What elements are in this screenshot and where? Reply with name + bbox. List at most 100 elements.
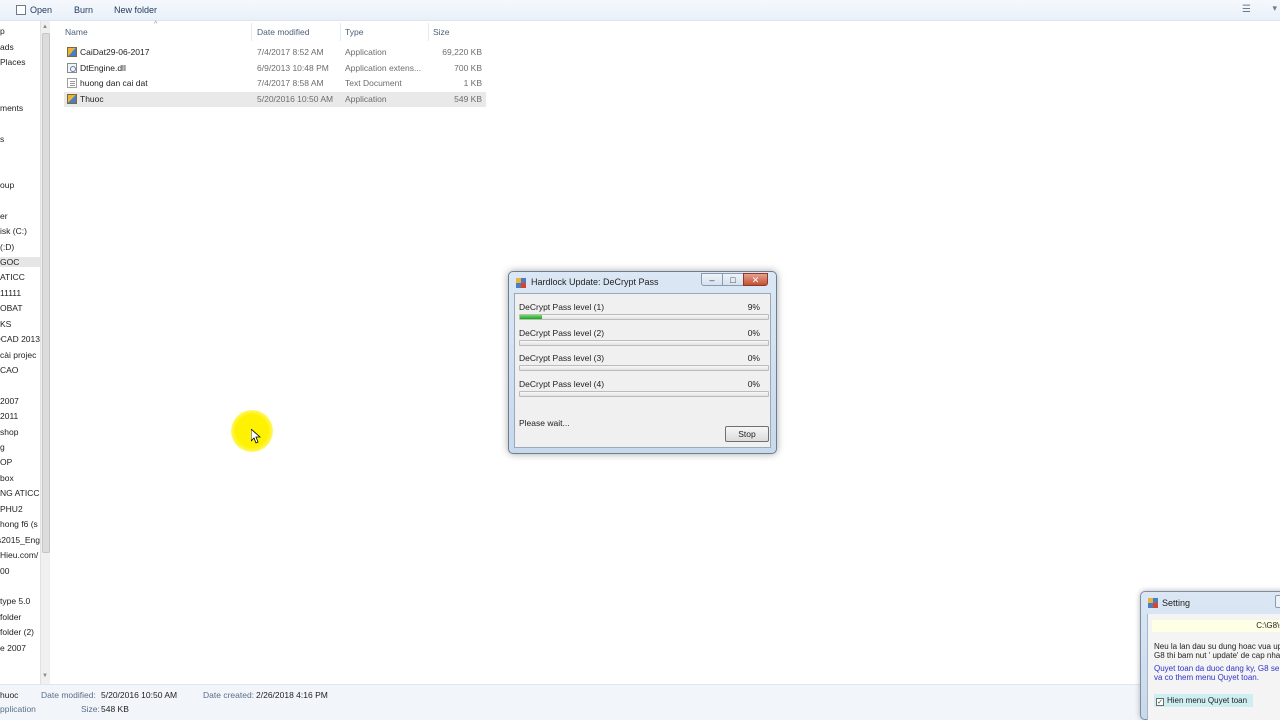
column-divider[interactable] [340, 23, 341, 41]
close-icon: ✕ [751, 275, 760, 285]
setting-info-line-2: G8 thi bam nut ' update' de cap nhat [1154, 651, 1280, 660]
show-menu-checkbox-label: Hien menu Quyet toan [1167, 696, 1248, 705]
scrollbar-thumb[interactable] [42, 33, 50, 553]
nav-item[interactable]: cài projec [0, 350, 40, 360]
date-modified-label: Date modified: [41, 690, 96, 700]
column-header-date-modified[interactable]: Date modified [257, 27, 309, 37]
nav-item[interactable]: ads [0, 42, 40, 52]
caption-buttons: – □ ✕ [701, 273, 771, 287]
file-name: DtEngine.dll [80, 62, 126, 73]
dll-file-icon [67, 62, 77, 73]
nav-item[interactable]: folder (2) [0, 627, 40, 637]
file-row[interactable]: Thuoc 5/20/2016 10:50 AM Application 549 KB [64, 91, 486, 107]
column-divider[interactable] [428, 23, 429, 41]
nav-item[interactable]: ments [0, 103, 40, 113]
close-button[interactable]: ✕ [743, 273, 768, 286]
column-header-type[interactable]: Type [345, 27, 363, 37]
file-row[interactable]: CaiDat29-06-2017 7/4/2017 8:52 AM Applicat… [64, 45, 486, 60]
nav-item[interactable]: 2007 [0, 396, 40, 406]
nav-item[interactable]: type 5.0 [0, 596, 40, 606]
nav-item[interactable]: OBAT [0, 303, 40, 313]
install-path-field[interactable]: C:\G8\G8 [1152, 620, 1280, 632]
scroll-down-arrow-icon[interactable]: ▼ [42, 673, 48, 679]
open-button[interactable]: Open [16, 4, 52, 17]
size-label: Size: [81, 704, 100, 714]
nav-item[interactable]: Places [0, 57, 40, 67]
dialog-body: DeCrypt Pass level (1) 9% DeCrypt Pass lev… [514, 293, 771, 448]
column-header-size[interactable]: Size [433, 27, 450, 37]
nav-item[interactable]: isk (C:) [0, 226, 40, 236]
navigation-scrollbar[interactable]: ▲ ▼ [40, 21, 50, 684]
decrypt-level-percent: 0% [747, 327, 760, 338]
show-menu-checkbox[interactable]: ✓ Hien menu Quyet toan [1154, 694, 1254, 707]
nav-item[interactable]: ATICC [0, 272, 40, 282]
file-type: Application extens... [345, 62, 422, 73]
scroll-up-arrow-icon[interactable]: ▲ [42, 24, 48, 30]
selected-file-name: huoc [0, 690, 19, 700]
file-date-modified: 6/9/2013 10:48 PM [257, 62, 329, 73]
setting-app-icon [1148, 598, 1158, 608]
file-type: Application [345, 47, 387, 57]
file-name: Thuoc [80, 93, 104, 104]
nav-item[interactable]: oup [0, 180, 40, 190]
nav-item[interactable]: GOC [0, 257, 40, 267]
decrypt-progress-bar [519, 391, 769, 398]
nav-item[interactable]: e 2007 [0, 643, 40, 653]
application-icon [67, 47, 77, 57]
nav-item[interactable]: NG ATICC [0, 488, 40, 498]
nav-item[interactable]: shop [0, 427, 40, 437]
progress-fill [520, 315, 543, 319]
nav-item[interactable]: folder [0, 612, 40, 622]
decrypt-progress-bar [519, 339, 769, 346]
burn-button[interactable]: Burn [74, 4, 93, 17]
nav-item[interactable]: PHU2 [0, 504, 40, 514]
column-header-name[interactable]: Name [65, 27, 88, 37]
file-row[interactable]: huong dan cai dat 7/4/2017 8:58 AM Text Do… [64, 76, 486, 91]
nav-item[interactable]: 2011 [0, 411, 40, 421]
nav-item[interactable]: p [0, 26, 40, 36]
column-divider[interactable] [251, 23, 252, 41]
file-size: 69,220 KB [442, 47, 482, 57]
date-created-label: Date created: [203, 690, 255, 700]
nav-item[interactable]: g [0, 442, 40, 452]
nav-item[interactable]: er [0, 211, 40, 221]
nav-item[interactable]: s2015_Eng [0, 535, 40, 545]
nav-item[interactable]: s [0, 134, 40, 144]
dialog-title: Hardlock Update: DeCrypt Pass [531, 277, 659, 287]
file-date-modified: 5/20/2016 10:50 AM [257, 93, 334, 104]
nav-item[interactable]: OCAD 2013 [0, 334, 40, 344]
mouse-pointer-icon [251, 429, 261, 444]
view-dropdown-arrow-icon[interactable]: ▾ [1272, 3, 1277, 14]
please-wait-text: Please wait... [519, 418, 570, 428]
setting-window: Setting C:\G8\G8 Neu la lan dau su dung … [1140, 591, 1280, 720]
nav-item[interactable]: CAO [0, 365, 40, 375]
decrypt-level-label: DeCrypt Pass level (4) [519, 379, 605, 390]
decrypt-progress-bar [519, 365, 769, 372]
nav-item[interactable]: 00 [0, 566, 40, 576]
file-date-modified: 7/4/2017 8:52 AM [257, 47, 324, 57]
new-folder-button[interactable]: New folder [114, 4, 157, 17]
view-options-icon[interactable]: ☰ [1242, 4, 1254, 15]
nav-item[interactable]: KS [0, 319, 40, 329]
nav-item[interactable]: box [0, 473, 40, 483]
nav-item[interactable]: (D:) [0, 242, 40, 252]
minimize-icon: – [709, 275, 715, 285]
text-file-icon [67, 78, 77, 88]
sort-ascending-icon: ^ [154, 21, 158, 28]
nav-item[interactable]: OP [0, 457, 40, 467]
nav-item[interactable]: 11111 [0, 288, 40, 298]
setting-close-button[interactable] [1275, 595, 1280, 608]
nav-item[interactable]: hong f6 (s [0, 519, 40, 529]
minimize-button[interactable]: – [701, 273, 723, 286]
file-size: 1 KB [463, 78, 482, 88]
date-modified-value: 5/20/2016 10:50 AM [101, 690, 178, 700]
stop-button[interactable]: Stop [725, 426, 769, 442]
hardlock-update-dialog: Hardlock Update: DeCrypt Pass – □ ✕ DeCr… [508, 271, 777, 454]
nav-item[interactable]: /Hieu.com [0, 550, 40, 560]
decrypt-level-percent: 9% [747, 302, 760, 312]
command-toolbar: Open Burn New folder ☰ ▾ [0, 0, 1280, 21]
selected-file-type: pplication [0, 704, 36, 714]
decrypt-level-label: DeCrypt Pass level (3) [519, 353, 605, 364]
file-row[interactable]: DtEngine.dll 6/9/2013 10:48 PM Application… [64, 61, 486, 76]
maximize-button[interactable]: □ [722, 273, 744, 286]
